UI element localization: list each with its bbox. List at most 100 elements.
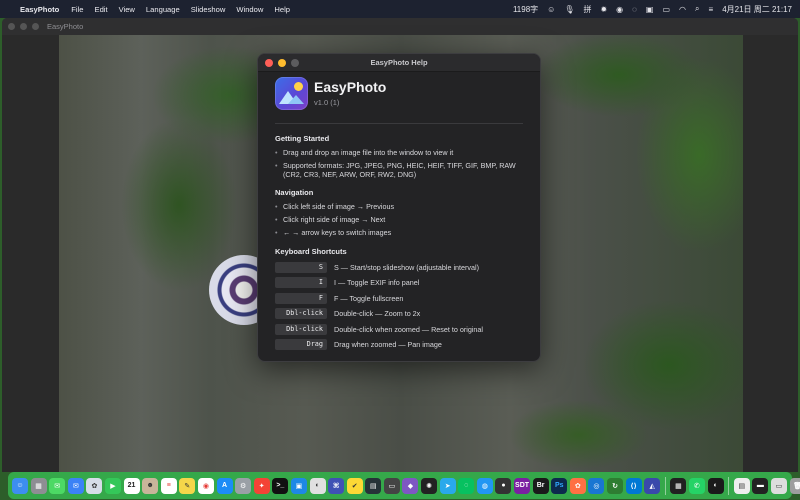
system-settings-icon[interactable]: ⚙ xyxy=(235,477,252,494)
sync-icon[interactable]: ↻ xyxy=(607,477,623,494)
emoji-icon[interactable]: ☺ xyxy=(547,5,555,14)
list-item: Drag and drop an image file into the win… xyxy=(275,148,523,158)
minimize-button[interactable] xyxy=(20,23,27,30)
input-count[interactable]: 1198字 xyxy=(513,4,538,15)
app-grid-icon[interactable]: ▦ xyxy=(670,477,687,494)
qq-icon[interactable]: ◍ xyxy=(476,477,493,494)
shortcut-key: F xyxy=(275,292,327,304)
wechat-dock-icon[interactable]: ◌ xyxy=(458,477,475,494)
menu-bar: EasyPhoto File Edit View Language Slides… xyxy=(0,0,800,18)
list-item: Supported formats: JPG, JPEG, PNG, HEIC,… xyxy=(275,161,523,179)
menu-clock[interactable]: 4月21日 周二 21:17 xyxy=(722,4,792,15)
preview-icon[interactable]: ▣ xyxy=(290,477,307,494)
menu-help[interactable]: Help xyxy=(274,5,290,14)
obsidian-icon[interactable]: ◆ xyxy=(402,477,419,494)
terminal-icon[interactable]: >_ xyxy=(272,477,289,494)
menu-file[interactable]: File xyxy=(71,5,83,14)
shortcut-row: Dbl-click Double-click — Zoom to 2x xyxy=(275,308,523,320)
window-thumb-icon[interactable]: ▭ xyxy=(770,477,787,494)
input-method-icon[interactable]: 拼 xyxy=(583,4,591,15)
shortcut-key: S xyxy=(275,261,327,273)
screen-icon[interactable]: ▣ xyxy=(646,5,654,14)
app-icon xyxy=(275,76,308,110)
document-icon[interactable]: ▤ xyxy=(733,477,750,494)
help-content: EasyPhoto v1.0 (1) Getting Started Drag … xyxy=(258,75,540,351)
shortcut-desc: Drag when zoomed — Pan image xyxy=(334,340,442,350)
notes-icon[interactable]: ✎ xyxy=(179,477,196,494)
reminders-icon[interactable]: ≡ xyxy=(160,477,177,494)
image-app-icon[interactable]: ◐ xyxy=(309,477,326,494)
help-window-title: EasyPhoto Help xyxy=(370,58,428,67)
launchpad-icon[interactable]: ▦ xyxy=(30,477,47,494)
menu-window[interactable]: Window xyxy=(236,5,263,14)
section-shortcuts: Keyboard Shortcuts S S — Start/stop slid… xyxy=(275,247,523,351)
tasks-icon[interactable]: ✔ xyxy=(346,477,363,494)
easyphoto-dock-icon[interactable]: ◭ xyxy=(644,477,661,494)
viewer-titlebar[interactable]: EasyPhoto xyxy=(2,18,798,35)
help-minimize-button[interactable] xyxy=(278,59,286,67)
close-button[interactable] xyxy=(8,23,15,30)
trash-icon[interactable]: 🗑︎ xyxy=(789,477,800,494)
search-icon[interactable]: ⌕ xyxy=(695,4,699,14)
menu-slideshow[interactable]: Slideshow xyxy=(191,5,226,14)
menu-view[interactable]: View xyxy=(119,5,135,14)
vpn-icon[interactable]: ◉ xyxy=(616,5,623,14)
ai-app-icon[interactable]: ✦ xyxy=(253,477,270,494)
shortcut-row: F F — Toggle fullscreen xyxy=(275,292,523,304)
shortcut-row: Drag Drag when zoomed — Pan image xyxy=(275,339,523,351)
shortcut-row: Dbl-click Double-click when zoomed — Res… xyxy=(275,323,523,335)
help-window: EasyPhoto Help EasyPhoto v1.0 (1) Gettin… xyxy=(257,53,541,362)
section-getting-started: Getting Started Drag and drop an image f… xyxy=(275,134,523,179)
control-center-icon[interactable]: ≡ xyxy=(709,5,714,14)
list-item: ← → arrow keys to switch images xyxy=(275,228,523,238)
help-titlebar[interactable]: EasyPhoto Help xyxy=(258,54,540,72)
facetime-icon[interactable]: ▶ xyxy=(104,477,121,494)
wifi-icon[interactable]: ◠ xyxy=(679,5,686,14)
openai-icon[interactable]: ✺ xyxy=(421,477,438,494)
shortcut-key: Dbl-click xyxy=(275,323,327,335)
mail-icon[interactable]: ✉ xyxy=(67,477,84,494)
help-zoom-button[interactable] xyxy=(291,59,299,67)
menu-app-name[interactable]: EasyPhoto xyxy=(20,5,59,14)
brightness-icon[interactable]: ✹ xyxy=(600,5,607,14)
battery-icon[interactable]: ▭ xyxy=(662,5,670,14)
viewer-traffic-lights xyxy=(8,23,39,30)
finder-icon[interactable]: ☺ xyxy=(12,477,28,494)
screen-sharing-icon[interactable]: ▭ xyxy=(383,477,400,494)
calendar-icon[interactable]: 21 xyxy=(123,477,140,494)
app-store-icon[interactable]: A xyxy=(216,477,233,494)
menu-edit[interactable]: Edit xyxy=(95,5,108,14)
safari-icon[interactable]: ◎ xyxy=(588,477,605,494)
vscode-icon[interactable]: ⟨⟩ xyxy=(625,477,642,494)
chrome-icon[interactable]: ◉ xyxy=(197,477,214,494)
shortcut-key: Dbl-click xyxy=(275,308,327,320)
contacts-icon[interactable]: ☻ xyxy=(142,477,159,494)
shortcut-key: I xyxy=(275,277,327,289)
shortcut-desc: Double-click when zoomed — Reset to orig… xyxy=(334,324,484,334)
photoshop-icon[interactable]: Ps xyxy=(551,477,568,494)
night-icon[interactable]: ◐ xyxy=(707,477,724,494)
messages-icon[interactable]: ✉ xyxy=(49,477,66,494)
bridge-icon[interactable]: Br xyxy=(532,477,549,494)
capture-icon[interactable]: ● xyxy=(495,477,512,494)
calculator-icon[interactable]: ▤ xyxy=(365,477,382,494)
shortcut-desc: Double-click — Zoom to 2x xyxy=(334,309,421,319)
telegram-icon[interactable]: ➤ xyxy=(439,477,456,494)
screen-thumb-icon[interactable]: ▬ xyxy=(752,477,769,494)
zoom-button[interactable] xyxy=(32,23,39,30)
help-close-button[interactable] xyxy=(265,59,273,67)
microphone-icon[interactable]: 🎙︎ xyxy=(564,5,574,14)
help-app-version: v1.0 (1) xyxy=(314,97,340,107)
help-header: EasyPhoto v1.0 (1) xyxy=(275,75,523,111)
huawei-icon[interactable]: ✿ xyxy=(569,477,586,494)
sdt-icon[interactable]: SDT xyxy=(514,477,531,494)
shortcut-row: I I — Toggle EXIF info panel xyxy=(275,277,523,289)
dock-separator xyxy=(728,476,730,495)
section-title: Getting Started xyxy=(275,134,330,143)
screenshot-icon[interactable]: ⌘ xyxy=(328,477,345,494)
help-app-name: EasyPhoto xyxy=(314,78,387,95)
menu-language[interactable]: Language xyxy=(146,5,180,14)
photos-icon[interactable]: ✿ xyxy=(86,477,103,494)
phone-icon[interactable]: ✆ xyxy=(688,477,705,494)
wechat-icon[interactable]: ◌ xyxy=(632,5,637,14)
